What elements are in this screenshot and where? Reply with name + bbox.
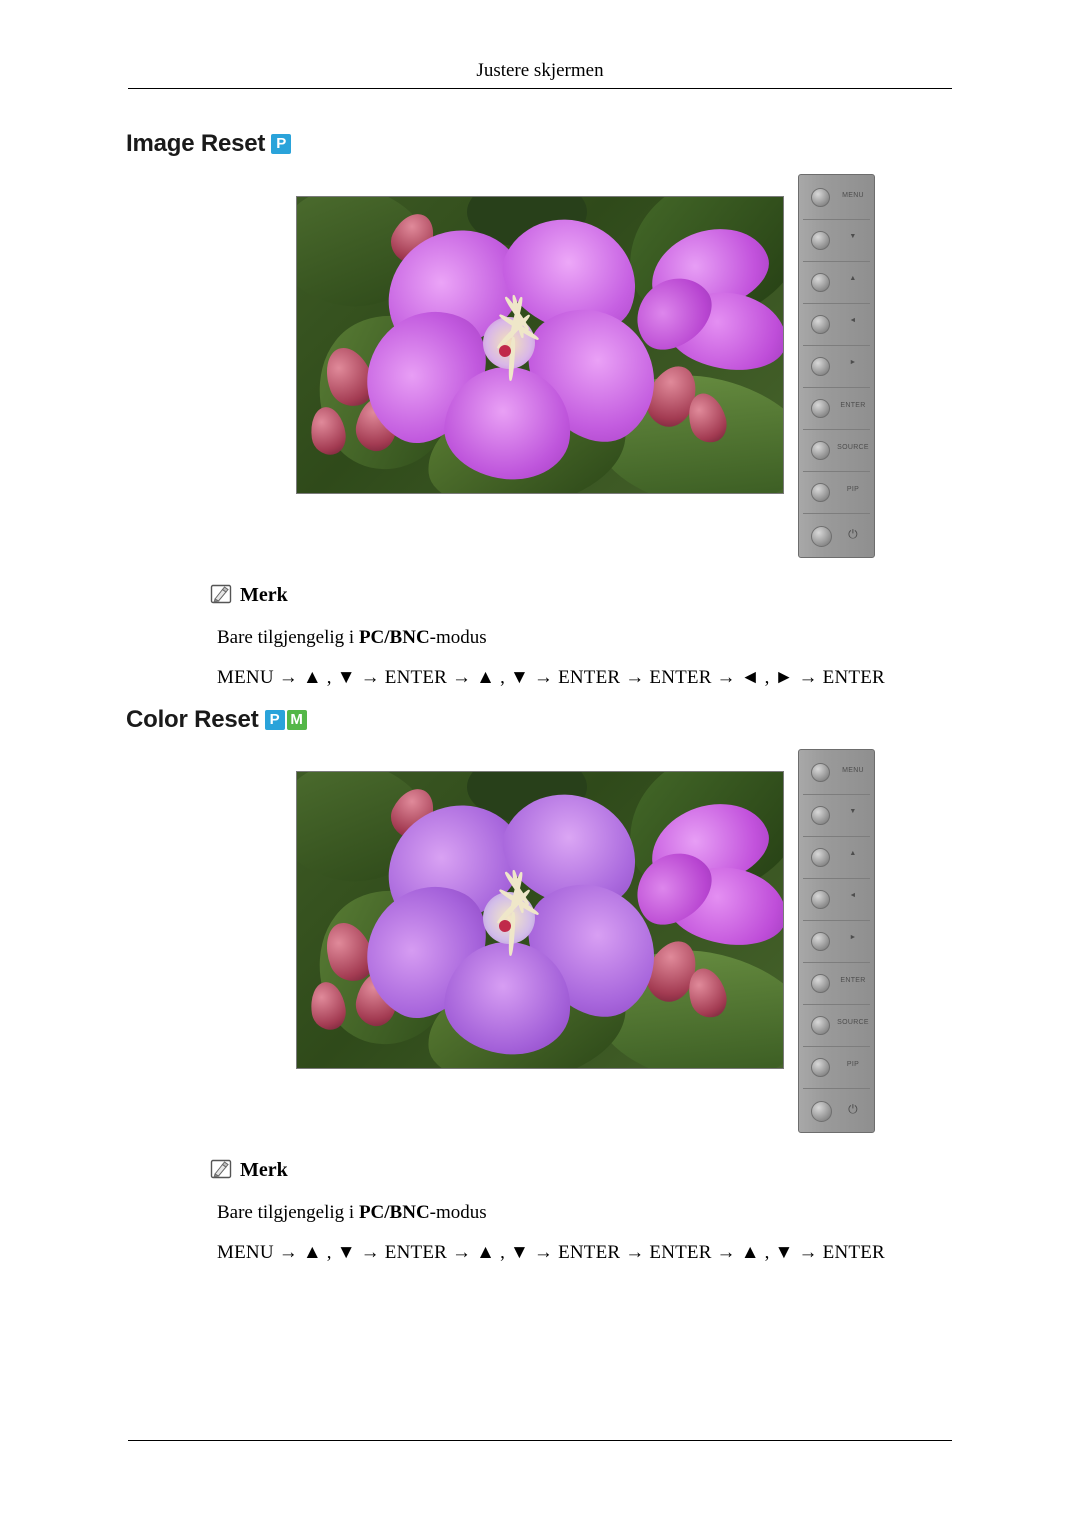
note-availability-prefix: Bare tilgjengelig i [217,1202,359,1223]
monitor-screen-2 [296,771,784,1069]
panel-button-label: ⏻ [848,1102,858,1116]
up-knob-icon[interactable] [811,848,830,867]
panel-button-label: PIP [846,486,860,493]
panel-button-source[interactable]: SOURCE [799,1004,874,1046]
section-title-color-reset: Color Reset P M [126,706,307,734]
screen-photo-2 [297,772,783,1068]
panel-button-left[interactable]: ◄ [799,303,874,345]
note-pencil-icon [210,584,232,604]
up-knob-icon[interactable] [811,273,830,292]
note-key-sequence-1: MENU → ▲ , ▼ → ENTER → ▲ , ▼ → ENTER → E… [217,667,885,688]
panel-button-left[interactable]: ◄ [799,878,874,920]
panel-button-down[interactable]: ▼ [799,219,874,261]
panel-button-right[interactable]: ► [799,920,874,962]
panel-button-power[interactable]: ⏻ [799,1088,874,1132]
panel-button-label: PIP [846,1061,860,1068]
panel-button-label: ENTER [840,402,866,409]
menu-knob-icon[interactable] [811,763,830,782]
panel-button-label: ENTER [840,977,866,984]
left-knob-icon[interactable] [811,315,830,334]
down-knob-icon[interactable] [811,231,830,250]
header-divider [128,88,952,89]
panel-button-label: ⏻ [848,527,858,541]
screen-photo-1 [297,197,783,493]
note-block-1: Merk Bare tilgjengelig i PC/BNC-modus ME… [210,584,885,689]
note-heading-1: Merk [210,584,885,607]
right-knob-icon[interactable] [811,357,830,376]
panel-button-menu[interactable]: MENU [799,175,874,219]
section-title-text: Image Reset [126,130,266,157]
panel-button-label: ► [849,934,857,941]
note-availability-mode: PC/BNC [358,627,430,648]
power-knob-icon[interactable] [811,526,832,547]
note-availability-2: Bare tilgjengelig i PC/BNC-modus [217,1202,885,1224]
down-knob-icon[interactable] [811,806,830,825]
enter-knob-icon[interactable] [811,974,830,993]
note-heading-2: Merk [210,1159,885,1182]
panel-button-label: SOURCE [837,444,869,451]
panel-button-label: ◄ [849,317,857,324]
right-knob-icon[interactable] [811,932,830,951]
panel-button-pip[interactable]: PIP [799,471,874,513]
note-pencil-icon [210,1159,232,1179]
badge-mode: M [286,710,307,730]
page-header: Justere skjermen [476,60,604,81]
pip-knob-icon[interactable] [811,1058,830,1077]
panel-button-label: ▼ [849,808,857,815]
pip-knob-icon[interactable] [811,483,830,502]
panel-button-label: MENU [842,192,864,199]
badge-pc: P [264,710,285,730]
panel-button-source[interactable]: SOURCE [799,429,874,471]
panel-button-enter[interactable]: ENTER [799,962,874,1004]
badge-pc: P [271,134,292,154]
note-availability-1: Bare tilgjengelig i PC/BNC-modus [217,627,885,649]
panel-button-label: ► [849,359,857,366]
panel-button-label: MENU [842,767,864,774]
note-availability-prefix: Bare tilgjengelig i [217,627,359,648]
panel-button-label: ▲ [849,850,857,857]
note-key-sequence-2: MENU → ▲ , ▼ → ENTER → ▲ , ▼ → ENTER → E… [217,1242,885,1263]
section-title-text: Color Reset [126,706,259,733]
panel-button-right[interactable]: ► [799,345,874,387]
panel-button-label: ▲ [849,275,857,282]
monitor-button-panel-1: MENU ▼ ▲ ◄ ► ENTER SOURCE PIP ⏻ [798,174,875,558]
enter-knob-icon[interactable] [811,399,830,418]
monitor-button-panel-2: MENU ▼ ▲ ◄ ► ENTER SOURCE PIP ⏻ [798,749,875,1133]
note-label: Merk [240,584,288,606]
panel-button-pip[interactable]: PIP [799,1046,874,1088]
panel-button-up[interactable]: ▲ [799,836,874,878]
power-knob-icon[interactable] [811,1101,832,1122]
source-knob-icon[interactable] [811,1016,830,1035]
section-title-image-reset: Image Reset P [126,130,292,158]
note-availability-mode: PC/BNC [358,1202,430,1223]
note-availability-suffix: -modus [429,627,487,648]
note-label: Merk [240,1159,288,1181]
note-block-2: Merk Bare tilgjengelig i PC/BNC-modus ME… [210,1159,885,1264]
panel-button-menu[interactable]: MENU [799,750,874,794]
monitor-screen-1 [296,196,784,494]
panel-button-label: SOURCE [837,1019,869,1026]
panel-button-label: ▼ [849,233,857,240]
panel-button-enter[interactable]: ENTER [799,387,874,429]
panel-button-label: ◄ [849,892,857,899]
document-page: Justere skjermen Image Reset P MENU ▼ ▲ … [0,0,1080,1527]
panel-button-down[interactable]: ▼ [799,794,874,836]
footer-divider [128,1440,952,1441]
left-knob-icon[interactable] [811,890,830,909]
note-availability-suffix: -modus [429,1202,487,1223]
source-knob-icon[interactable] [811,441,830,460]
menu-knob-icon[interactable] [811,188,830,207]
panel-button-up[interactable]: ▲ [799,261,874,303]
panel-button-power[interactable]: ⏻ [799,513,874,557]
